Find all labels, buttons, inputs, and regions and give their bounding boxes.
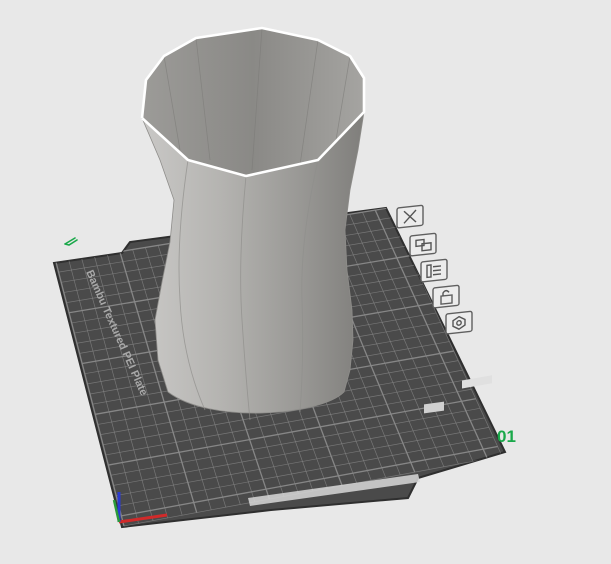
3d-viewport[interactable]: Bambu Textured PEI Plate 01 (0, 0, 611, 564)
object-list-icon[interactable] (420, 258, 448, 283)
plate-number-label: 01 (497, 427, 516, 446)
vase-model[interactable] (140, 26, 366, 421)
close-icon[interactable] (396, 204, 424, 229)
lock-icon[interactable] (432, 284, 460, 309)
pencil-icon[interactable] (64, 237, 78, 246)
settings-hex-icon[interactable] (445, 310, 473, 335)
arrange-icon[interactable] (409, 232, 437, 257)
